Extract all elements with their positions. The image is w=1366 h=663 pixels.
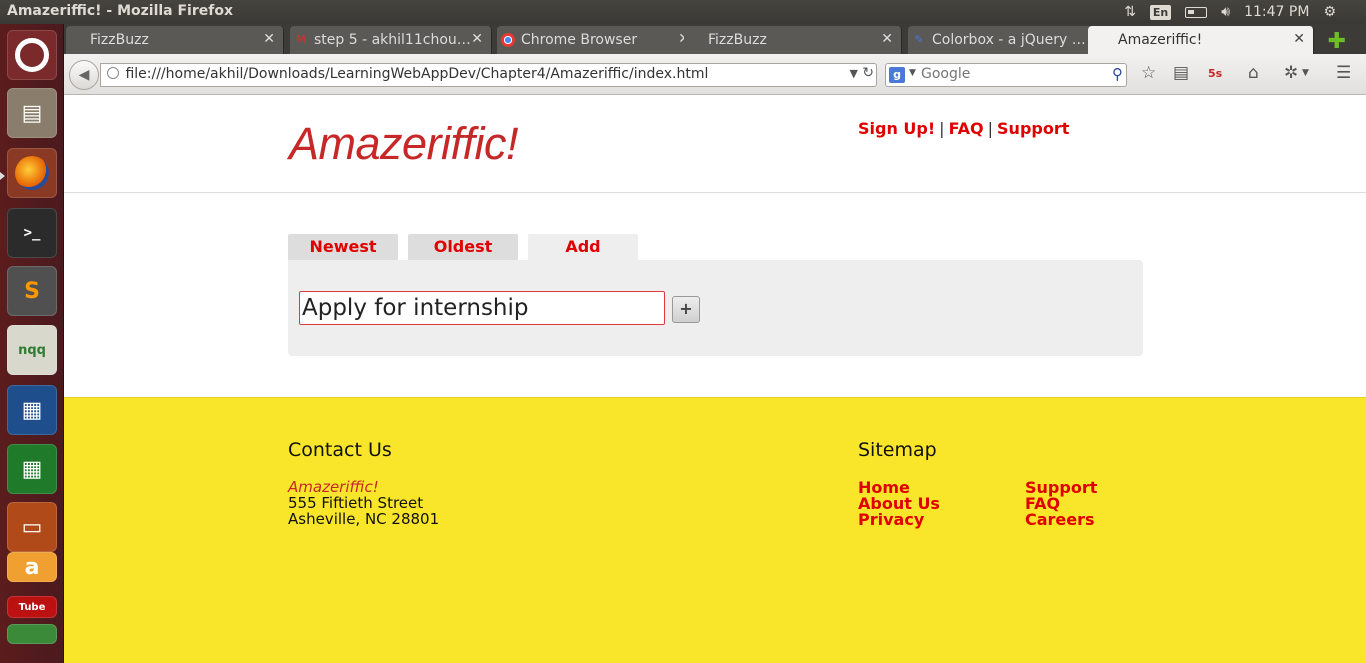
browser-nav-bar: ◀ file:///home/akhil/Downloads/LearningW… [64, 54, 1366, 95]
signup-link[interactable]: Sign Up! [858, 119, 935, 138]
tab-oldest[interactable]: Oldest [408, 234, 518, 260]
home-icon[interactable]: ⌂ [1248, 63, 1259, 83]
browser-tab[interactable]: M step 5 - akhil11chou… ✕ [290, 26, 492, 54]
amazon-app-icon[interactable]: a [7, 552, 57, 582]
sublime-logo-icon: S [24, 278, 40, 304]
terminal-prompt-icon: >_ [23, 225, 41, 241]
chevron-down-icon[interactable]: ▼ [909, 68, 916, 78]
files-app-icon[interactable]: ▤ [7, 88, 57, 138]
spreadsheet-icon: ▦ [21, 456, 43, 482]
reload-icon[interactable]: ↻ [862, 65, 874, 81]
contact-city: Asheville, NC 28801 [288, 510, 440, 528]
tab-label: step 5 - akhil11chou… [314, 32, 471, 48]
menu-icon[interactable]: ☰ [1336, 63, 1351, 83]
close-icon[interactable]: ✕ [881, 31, 893, 47]
keyboard-layout-indicator[interactable]: En [1149, 4, 1172, 20]
page-footer: Contact Us Amazeriffic! 555 Fiftieth Str… [64, 397, 1366, 663]
sitemap-heading: Sitemap [858, 439, 937, 461]
close-icon[interactable]: ✕ [471, 31, 483, 47]
ubuntu-logo-icon [15, 38, 49, 72]
system-tray: ⇅ En 🔊︎ 11:47 PM ⚙ [1124, 0, 1366, 24]
youtube-label: Tube [18, 601, 46, 613]
search-input[interactable] [921, 66, 1101, 82]
network-updown-icon[interactable]: ⇅ [1124, 4, 1136, 20]
support-link[interactable]: Support [997, 119, 1069, 138]
document-icon: ▦ [21, 397, 43, 423]
sitemap-link-careers[interactable]: Careers [1025, 512, 1095, 528]
globe-icon [107, 67, 119, 79]
presentation-icon: ▭ [21, 514, 43, 540]
addon-bug-icon[interactable]: ✲ [1284, 63, 1298, 83]
volume-icon[interactable]: 🔊︎ [1221, 4, 1230, 20]
firefox-app-icon[interactable] [7, 148, 57, 198]
clock[interactable]: 11:47 PM [1244, 4, 1309, 20]
tab-label: Amazeriffic! [1118, 32, 1203, 48]
header-nav: Sign Up! | FAQ | Support [858, 119, 1069, 138]
sitemap-link-privacy[interactable]: Privacy [858, 512, 924, 528]
magnifier-icon[interactable]: ⚲ [1112, 65, 1123, 83]
todo-input[interactable] [299, 291, 665, 325]
gmail-icon: M [296, 33, 306, 46]
addon-5s-icon[interactable]: 5s [1208, 67, 1222, 80]
chevron-down-icon[interactable]: ▼ [850, 67, 858, 80]
libreoffice-calc-icon[interactable]: ▦ [7, 444, 57, 494]
back-button[interactable]: ◀ [69, 60, 99, 90]
more-apps-icon[interactable] [7, 624, 57, 644]
power-gear-icon[interactable]: ⚙ [1323, 4, 1336, 20]
url-bar[interactable]: file:///home/akhil/Downloads/LearningWeb… [100, 63, 877, 87]
contact-heading: Contact Us [288, 439, 392, 461]
tab-label: Chrome Browser [521, 32, 638, 48]
web-page: Amazeriffic! Sign Up! | FAQ | Support Newest… [64, 95, 1366, 663]
notepad-label: nqq [18, 342, 46, 358]
terminal-app-icon[interactable]: >_ [7, 208, 57, 258]
notepadqq-app-icon[interactable]: nqq [7, 325, 57, 375]
colorbox-icon: ✎ [914, 33, 924, 46]
browser-tab-active[interactable]: Amazeriffic! ✕ [1088, 26, 1314, 54]
firefox-logo-icon [15, 156, 49, 190]
new-tab-button[interactable]: ✚ [1328, 29, 1346, 54]
google-icon[interactable]: g [889, 67, 905, 83]
page-header: Amazeriffic! Sign Up! | FAQ | Support [64, 95, 1366, 193]
url-text: file:///home/akhil/Downloads/LearningWeb… [125, 66, 709, 82]
libreoffice-impress-icon[interactable]: ▭ [7, 502, 57, 552]
browser-tab-strip: FizzBuzz ✕ M step 5 - akhil11chou… ✕ Chr… [64, 24, 1366, 54]
tab-label: Colorbox - a jQuery … [932, 32, 1086, 48]
amazon-logo-icon: a [24, 554, 40, 580]
tab-add[interactable]: Add [528, 234, 638, 260]
chrome-icon [501, 33, 515, 47]
bookmark-star-icon[interactable]: ☆ [1141, 63, 1156, 83]
search-bar[interactable]: g ▼ ⚲ [885, 63, 1127, 87]
bookmarks-list-icon[interactable]: ▤ [1173, 63, 1189, 83]
window-title: Amazeriffic! - Mozilla Firefox [7, 3, 233, 19]
battery-icon[interactable] [1185, 6, 1208, 18]
faq-link[interactable]: FAQ [949, 119, 984, 138]
add-todo-button[interactable]: + [672, 296, 700, 323]
chevron-down-icon[interactable]: ▼ [1302, 68, 1309, 78]
site-logo: Amazeriffic! [289, 118, 519, 169]
separator: | [987, 119, 994, 138]
sublime-text-app-icon[interactable]: S [7, 266, 57, 316]
browser-tab[interactable]: FizzBuzz ✕ [66, 26, 284, 54]
separator: | [939, 119, 945, 138]
ubuntu-dash-icon[interactable] [7, 30, 57, 80]
tab-label: FizzBuzz [708, 32, 767, 48]
youtube-app-icon[interactable]: Tube [7, 596, 57, 618]
system-top-bar: Amazeriffic! - Mozilla Firefox ⇅ En 🔊︎ 1… [0, 0, 1366, 24]
browser-tab[interactable]: ✎ Colorbox - a jQuery … ✕ [908, 26, 1108, 54]
unity-launcher: ▤ >_ S nqq ▦ ▦ ▭ a Tube [0, 24, 64, 663]
browser-tab[interactable]: Chrome Browser ✕ [497, 26, 699, 54]
tab-newest[interactable]: Newest [288, 234, 398, 260]
browser-tab[interactable]: FizzBuzz ✕ [684, 26, 902, 54]
tab-content-panel: + [288, 260, 1143, 356]
file-cabinet-icon: ▤ [21, 100, 43, 126]
libreoffice-writer-icon[interactable]: ▦ [7, 385, 57, 435]
tab-label: FizzBuzz [90, 32, 149, 48]
close-icon[interactable]: ✕ [263, 31, 275, 47]
close-icon[interactable]: ✕ [1293, 31, 1305, 47]
running-indicator [0, 172, 5, 180]
